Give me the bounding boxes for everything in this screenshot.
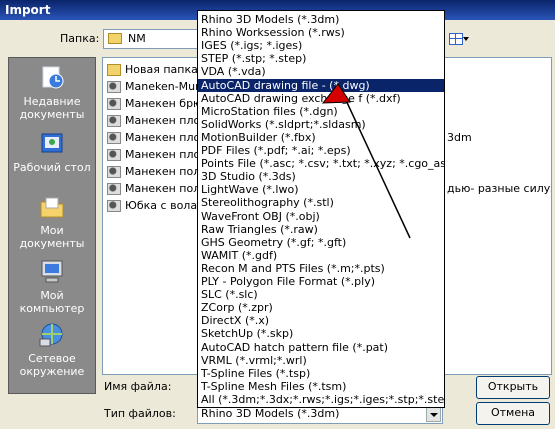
places-bar: Недавние документы Рабочий стол Мои доку… <box>8 57 96 394</box>
place-my-computer[interactable]: Мой компьютер <box>9 258 95 315</box>
place-label: Рабочий стол <box>13 161 91 174</box>
dropdown-option[interactable]: PLY - Polygon File Format (*.ply) <box>198 275 444 288</box>
rhino-file-icon <box>107 200 121 212</box>
place-label: Сетевое окружение <box>19 352 85 378</box>
dropdown-option[interactable]: T-Spline Mesh Files (*.tsm) <box>198 380 444 393</box>
file-name-overflow: 3dm <box>447 131 472 144</box>
dropdown-option[interactable]: MicroStation files (*.dgn) <box>198 105 444 118</box>
place-label: Мой компьютер <box>19 289 85 315</box>
current-folder: NM <box>128 32 146 45</box>
filetype-value: Rhino 3D Models (*.3dm) <box>201 407 340 420</box>
open-button[interactable]: Открыть <box>476 376 550 399</box>
dropdown-option[interactable]: T-Spline Files (*.tsp) <box>198 367 444 380</box>
rhino-file-icon <box>107 115 121 127</box>
place-my-documents[interactable]: Мои документы <box>9 193 95 250</box>
chevron-down-icon[interactable] <box>426 406 441 422</box>
filetype-label: Тип файлов: <box>104 407 176 420</box>
dropdown-option[interactable]: Rhino Worksession (*.rws) <box>198 26 444 39</box>
dropdown-option[interactable]: Stereolithography (*.stl) <box>198 196 444 209</box>
dropdown-option[interactable]: VRML (*.vrml;*.wrl) <box>198 354 444 367</box>
place-desktop[interactable]: Рабочий стол <box>9 130 95 174</box>
dropdown-option[interactable]: SketchUp (*.skp) <box>198 327 444 340</box>
dropdown-option[interactable]: Rhino 3D Models (*.3dm) <box>198 13 444 26</box>
place-network[interactable]: Сетевое окружение <box>9 321 95 378</box>
rhino-file-icon <box>107 81 121 93</box>
dropdown-option[interactable]: All (*.3dm;*.3dx;*.rws;*.igs;*.iges;*.st… <box>198 393 444 406</box>
rhino-file-icon <box>107 149 121 161</box>
file-name-overflow: дью- разные силуэт <box>447 182 552 195</box>
dropdown-option[interactable]: WAMIT (*.gdf) <box>198 249 444 262</box>
dropdown-option[interactable]: AutoCAD drawing file - (*.dwg) <box>198 78 444 92</box>
window-title: Import <box>5 3 51 17</box>
rhino-file-icon <box>107 98 121 110</box>
folder-label: Папка: <box>60 32 100 45</box>
dropdown-option[interactable]: PDF Files (*.pdf; *.ai; *.eps) <box>198 144 444 157</box>
dropdown-option[interactable]: MotionBuilder (*.fbx) <box>198 131 444 144</box>
dropdown-option[interactable]: Raw Triangles (*.raw) <box>198 223 444 236</box>
filetype-dropdown-list[interactable]: Rhino 3D Models (*.3dm) Rhino Worksession… <box>197 10 445 408</box>
my-computer-icon <box>37 258 67 286</box>
desktop-icon <box>37 130 67 158</box>
filename-label: Имя файла: <box>104 380 172 393</box>
dropdown-option[interactable]: STEP (*.stp; *.step) <box>198 52 444 65</box>
folder-combo[interactable]: NM <box>103 29 201 49</box>
folder-icon <box>108 33 122 44</box>
dropdown-option[interactable]: GHS Geometry (*.gf; *.gft) <box>198 236 444 249</box>
dropdown-option[interactable]: Recon M and PTS Files (*.m;*.pts) <box>198 262 444 275</box>
place-recent-documents[interactable]: Недавние документы <box>9 64 95 121</box>
folder-icon <box>107 64 121 76</box>
dropdown-option[interactable]: LightWave (*.lwo) <box>198 183 444 196</box>
dropdown-option[interactable]: DirectX (*.x) <box>198 314 444 327</box>
rhino-file-icon <box>107 166 121 178</box>
rhino-file-icon <box>107 183 121 195</box>
rhino-file-icon <box>107 132 121 144</box>
view-menu-button[interactable] <box>446 29 470 49</box>
place-label: Мои документы <box>19 224 85 250</box>
place-label: Недавние документы <box>19 95 85 121</box>
dropdown-option[interactable]: ZCorp (*.zpr) <box>198 301 444 314</box>
dropdown-option[interactable]: IGES (*.igs; *.iges) <box>198 39 444 52</box>
network-icon <box>37 321 67 349</box>
dropdown-option[interactable]: VDA (*.vda) <box>198 65 444 78</box>
dropdown-option[interactable]: Points File (*.asc; *.csv; *.txt; *.xyz;… <box>198 157 444 170</box>
view-grid-icon <box>449 33 463 45</box>
dropdown-option[interactable]: 3D Studio (*.3ds) <box>198 170 444 183</box>
dropdown-option[interactable]: AutoCAD drawing exchange f (*.dxf) <box>198 92 444 105</box>
cancel-button[interactable]: Отмена <box>476 402 550 425</box>
my-documents-icon <box>37 193 67 221</box>
file-name: Новая папка <box>125 63 198 76</box>
chevron-down-icon <box>463 37 469 41</box>
recent-documents-icon <box>37 64 67 92</box>
dropdown-option[interactable]: AutoCAD hatch pattern file (*.pat) <box>198 341 444 354</box>
dropdown-option[interactable]: SLC (*.slc) <box>198 288 444 301</box>
dropdown-option[interactable]: SolidWorks (*.sldprt;*.sldasm) <box>198 118 444 131</box>
dropdown-option[interactable]: WaveFront OBJ (*.obj) <box>198 210 444 223</box>
